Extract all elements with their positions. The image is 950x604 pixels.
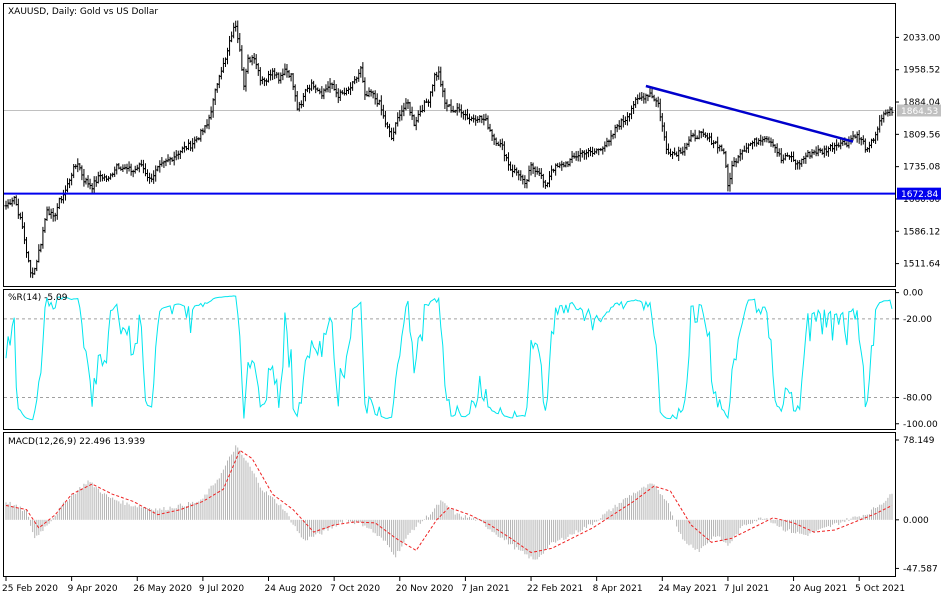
wpr-ytick-label: -80.00 (903, 394, 932, 404)
price-ytick-label: 2033.00 (903, 33, 940, 43)
chart-svg: 2033.001958.521884.041809.561735.081660.… (2, 3, 941, 594)
price-ytick-label: 1586.12 (903, 227, 940, 237)
xtick-label: 9 Jul 2020 (199, 584, 244, 594)
xtick-label: 7 Jul 2021 (724, 584, 769, 594)
xtick-label: 22 Feb 2021 (527, 584, 583, 594)
price-ytick-label: 1511.64 (903, 260, 940, 270)
xtick-label: 24 Aug 2020 (265, 584, 323, 594)
xtick-label: 7 Oct 2020 (330, 584, 380, 594)
xtick-label: 25 Feb 2020 (2, 584, 58, 594)
macd-ytick-label: 0.000 (903, 516, 929, 526)
macd-panel-frame (3, 432, 896, 577)
current-price-label: 1864.53 (901, 107, 938, 117)
macd-title: MACD(12,26,9) 22.496 13.939 (8, 437, 145, 447)
price-ytick-label: 1735.08 (903, 163, 940, 173)
xtick-label: 20 Nov 2020 (396, 584, 454, 594)
macd-ytick-label: 78.149 (903, 436, 935, 446)
wpr-ytick-label: 0.00 (903, 289, 923, 299)
xtick-label: 5 Oct 2021 (855, 584, 905, 594)
price-panel-frame (3, 3, 896, 287)
xtick-label: 24 May 2021 (658, 584, 717, 594)
xtick-label: 26 May 2020 (133, 584, 192, 594)
price-ytick-label: 1958.52 (903, 66, 940, 76)
macd-ytick-label: -47.587 (903, 564, 938, 574)
xtick-label: 8 Apr 2021 (593, 584, 643, 594)
chart-window: 2033.00 1958.52 1884.04 1809.56 1735.08 1660.… (0, 0, 950, 600)
xtick-label: 20 Aug 2021 (790, 584, 848, 594)
xtick-label: 9 Apr 2020 (68, 584, 118, 594)
wpr-title: %R(14) -5.09 (8, 293, 68, 303)
wpr-ytick-label: -20.00 (903, 315, 932, 325)
price-title: XAUUSD, Daily: Gold vs US Dollar (8, 7, 158, 17)
support-level-label: 1672.84 (901, 190, 938, 200)
xtick-label: 7 Jan 2021 (461, 584, 509, 594)
price-ytick-label: 1809.56 (903, 130, 940, 140)
wpr-ytick-label: -100.00 (903, 420, 938, 430)
